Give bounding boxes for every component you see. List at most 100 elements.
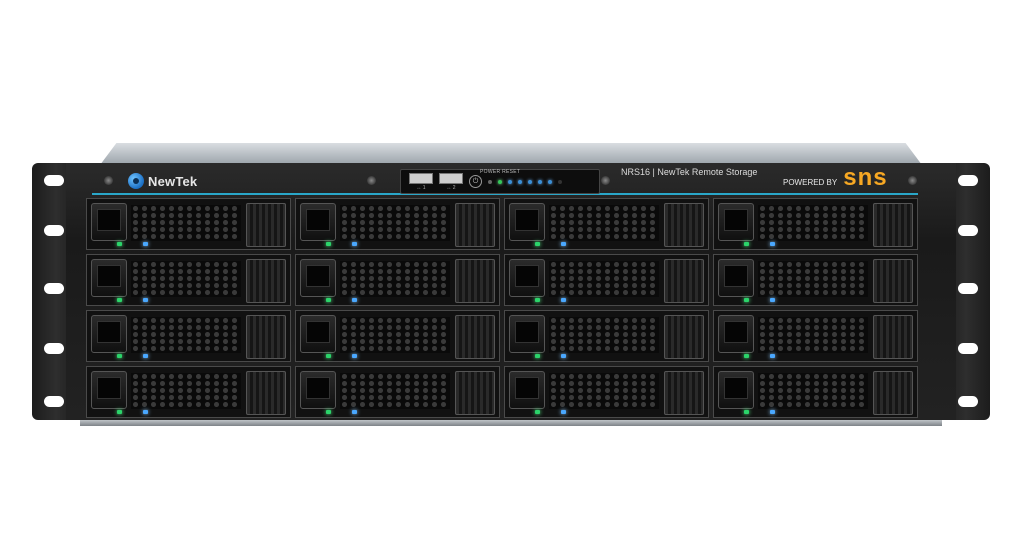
activity-led [117, 354, 122, 358]
drive-bay[interactable] [504, 310, 709, 362]
tray-handle[interactable] [718, 259, 754, 297]
power-led [143, 242, 148, 246]
tray-latch[interactable] [246, 371, 286, 415]
tray-latch[interactable] [455, 259, 495, 303]
tray-handle[interactable] [509, 259, 545, 297]
tray-handle[interactable] [91, 203, 127, 241]
drive-bay[interactable] [86, 366, 291, 418]
drive-bay[interactable] [713, 254, 918, 306]
power-led [770, 242, 775, 246]
drive-bay[interactable] [295, 198, 500, 250]
tray-latch[interactable] [873, 259, 913, 303]
brand-name: NewTek [148, 173, 198, 189]
drive-bay[interactable] [295, 366, 500, 418]
screw-icon [104, 176, 113, 185]
vent-grille [549, 205, 659, 241]
activity-led [117, 298, 122, 302]
drive-bay[interactable] [295, 254, 500, 306]
rack-hole [958, 175, 978, 186]
power-led [352, 242, 357, 246]
power-led [561, 298, 566, 302]
usb-port-icon [439, 172, 463, 184]
tray-handle[interactable] [91, 371, 127, 409]
tray-latch[interactable] [246, 259, 286, 303]
drive-bay[interactable] [504, 366, 709, 418]
rack-hole [44, 225, 64, 236]
activity-led [744, 298, 749, 302]
status-led [528, 179, 532, 184]
drive-bay[interactable] [504, 198, 709, 250]
tray-handle[interactable] [718, 203, 754, 241]
power-led [143, 410, 148, 414]
rack-hole [44, 283, 64, 294]
vent-grille [758, 373, 868, 409]
vent-grille [131, 261, 241, 297]
tray-handle[interactable] [509, 203, 545, 241]
newtek-logo: NewTek [128, 171, 197, 191]
drive-bay[interactable] [713, 310, 918, 362]
vent-grille [758, 317, 868, 353]
vent-grille [758, 205, 868, 241]
power-led [352, 410, 357, 414]
reset-button[interactable] [488, 179, 492, 184]
tray-latch[interactable] [664, 203, 704, 247]
drive-bay[interactable] [713, 366, 918, 418]
drive-bay[interactable] [504, 254, 709, 306]
tray-latch[interactable] [873, 371, 913, 415]
activity-led [535, 242, 540, 246]
vent-grille [340, 373, 450, 409]
tray-latch[interactable] [873, 203, 913, 247]
rack-hole [44, 175, 64, 186]
power-led [143, 354, 148, 358]
activity-led [744, 354, 749, 358]
power-led [561, 354, 566, 358]
tray-handle[interactable] [509, 371, 545, 409]
tray-handle[interactable] [718, 315, 754, 353]
status-led [558, 179, 562, 184]
tray-handle[interactable] [300, 259, 336, 297]
model-label: NRS16 | NewTek Remote Storage [621, 167, 758, 177]
status-led [538, 179, 542, 184]
rack-hole [958, 396, 978, 407]
tray-handle[interactable] [509, 315, 545, 353]
tray-handle[interactable] [300, 203, 336, 241]
activity-led [326, 410, 331, 414]
usb-port-1[interactable]: ↔ 1 [409, 172, 433, 191]
tray-handle[interactable] [91, 259, 127, 297]
usb-port-label: ↔ 1 [416, 184, 426, 191]
powered-by-badge: POWERED BY sns [783, 164, 888, 192]
drive-bay[interactable] [86, 310, 291, 362]
power-button[interactable]: ⏻ [469, 175, 482, 188]
tray-handle[interactable] [300, 315, 336, 353]
status-led [548, 179, 552, 184]
vent-grille [549, 373, 659, 409]
tray-latch[interactable] [664, 371, 704, 415]
tray-latch[interactable] [455, 203, 495, 247]
tray-handle[interactable] [300, 371, 336, 409]
tray-latch[interactable] [664, 259, 704, 303]
activity-led [326, 354, 331, 358]
power-led [561, 410, 566, 414]
activity-led [326, 242, 331, 246]
tray-latch[interactable] [873, 315, 913, 359]
vent-grille [131, 373, 241, 409]
power-label: POWER [480, 169, 501, 175]
tray-handle[interactable] [91, 315, 127, 353]
tray-latch[interactable] [246, 203, 286, 247]
tray-latch[interactable] [455, 371, 495, 415]
drive-bay[interactable] [86, 254, 291, 306]
drive-bay[interactable] [295, 310, 500, 362]
tray-handle[interactable] [718, 371, 754, 409]
screw-icon [601, 176, 610, 185]
drive-bay[interactable] [86, 198, 291, 250]
tray-latch[interactable] [664, 315, 704, 359]
drive-bay[interactable] [713, 198, 918, 250]
vent-grille [549, 261, 659, 297]
vent-grille [131, 205, 241, 241]
activity-led [117, 242, 122, 246]
rack-server: NewTek ↔ 1 ↔ 2 ⏻ POWER RESET NRS16 | New… [0, 0, 1023, 548]
tray-latch[interactable] [455, 315, 495, 359]
usb-port-2[interactable]: ↔ 2 [439, 172, 463, 191]
rack-hole [958, 343, 978, 354]
tray-latch[interactable] [246, 315, 286, 359]
